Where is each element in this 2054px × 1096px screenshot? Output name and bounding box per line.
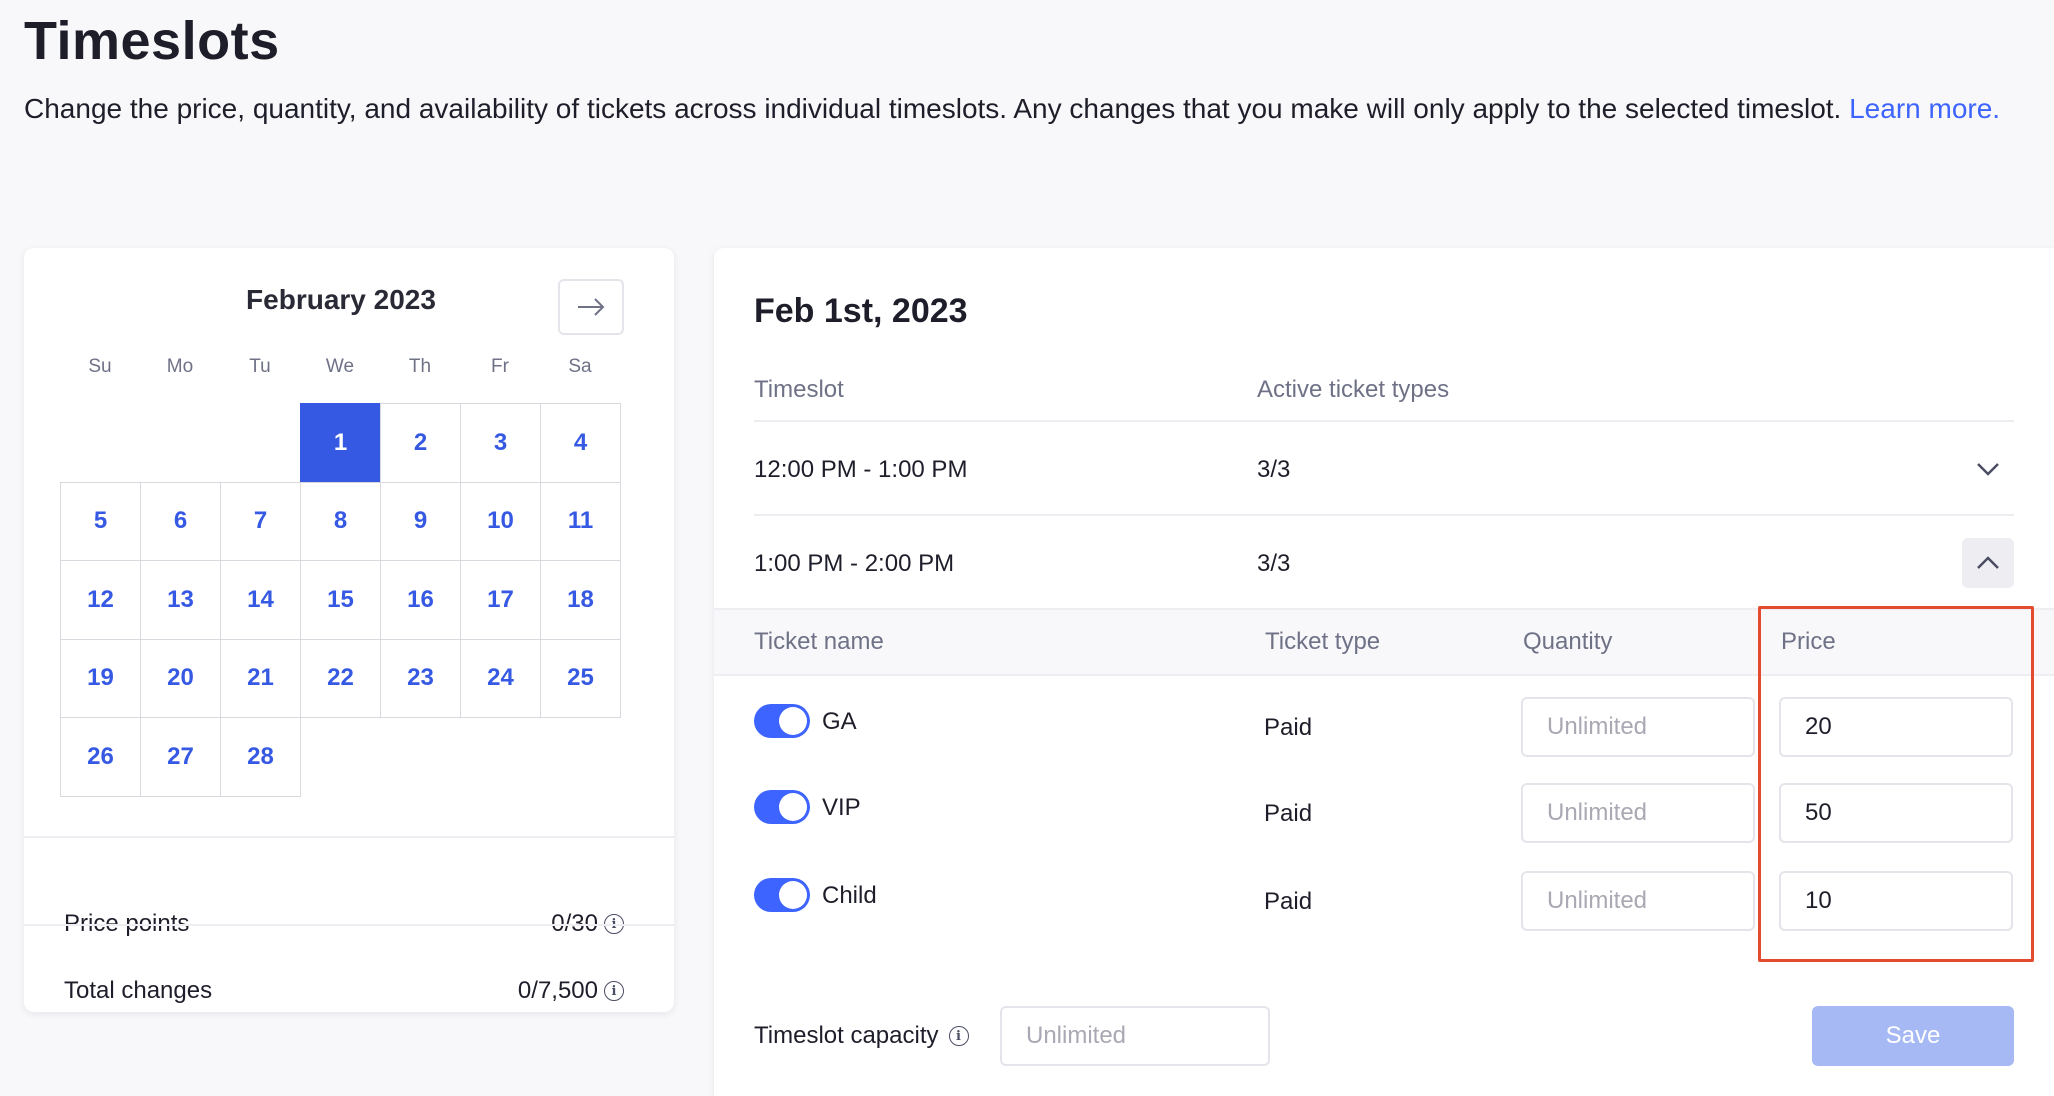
toggle-knob [779,707,807,735]
chevron-down-icon [1977,463,1999,476]
ticket-type-column-header: Ticket type [1265,628,1381,655]
divider [24,836,674,838]
price-column-header: Price [1781,628,1836,655]
ticket-enabled-toggle[interactable] [754,878,810,912]
ticket-type: Paid [1264,714,1313,741]
weekday-label: Sa [568,356,592,377]
calendar-day[interactable]: 25 [540,638,621,718]
calendar-day[interactable]: 11 [540,481,621,561]
quantity-input[interactable] [1521,697,1755,757]
calendar-day[interactable]: 23 [380,638,461,718]
calendar-day[interactable]: 28 [220,717,301,797]
info-icon[interactable]: i [948,1026,969,1046]
calendar-day[interactable]: 13 [140,560,221,640]
timeslot-capacity-label: Timeslot capacity i [754,1022,969,1050]
calendar-empty-cell [60,403,141,483]
ticket-enabled-toggle[interactable] [754,704,810,738]
calendar-day[interactable]: 14 [220,560,301,640]
ticket-type: Paid [1264,888,1313,915]
calendar-day[interactable]: 27 [140,717,221,797]
calendar-day[interactable]: 8 [300,481,381,561]
toggle-knob [779,881,807,909]
timeslot-detail-card: Feb 1st, 2023 Timeslot Active ticket typ… [714,248,2054,1096]
timeslot-capacity-input[interactable] [1000,1006,1270,1066]
info-icon[interactable]: i [604,981,624,1001]
price-input[interactable] [1779,783,2013,843]
calendar-day-selected[interactable]: 1 [300,403,381,483]
weekday-label: Tu [249,356,271,377]
page-description-text: Change the price, quantity, and availabi… [24,93,1842,124]
expand-timeslot-button[interactable] [1962,444,2014,494]
weekday-label: Th [408,356,432,377]
timeslot-capacity-text: Timeslot capacity [754,1022,939,1049]
selected-date-title: Feb 1st, 2023 [754,292,968,330]
arrow-right-icon [578,298,605,316]
divider [714,674,2054,676]
quantity-input[interactable] [1521,783,1755,843]
ticket-name: GA [822,708,857,735]
calendar-day[interactable]: 21 [220,638,301,718]
calendar-day[interactable]: 2 [380,403,461,483]
chevron-up-icon [1977,556,1999,569]
timeslot-time: 1:00 PM - 2:00 PM [754,550,955,577]
calendar-empty-cell [140,403,221,483]
ticket-type: Paid [1264,800,1313,827]
calendar-day[interactable]: 12 [60,560,141,640]
calendar-empty-cell [220,403,301,483]
timeslot-time: 12:00 PM - 1:00 PM [754,456,968,483]
quantity-input[interactable] [1521,871,1755,931]
timeslot-active-count: 3/3 [1257,550,1291,577]
ticket-name: Child [822,882,877,909]
active-ticket-types-column-header: Active ticket types [1257,376,1450,403]
calendar-day[interactable]: 26 [60,717,141,797]
calendar-day[interactable]: 9 [380,481,461,561]
calendar-day[interactable]: 6 [140,481,221,561]
ticket-name-column-header: Ticket name [754,628,884,655]
ticket-enabled-toggle[interactable] [754,790,810,824]
calendar-day[interactable]: 4 [540,403,621,483]
calendar-day[interactable]: 3 [460,403,541,483]
timeslot-column-header: Timeslot [754,376,844,403]
price-input[interactable] [1779,871,2013,931]
weekday-label: Mo [166,356,194,377]
calendar-day[interactable]: 10 [460,481,541,561]
total-changes-value: 0/7,500 i [518,977,624,1005]
total-changes-label: Total changes [64,977,213,1004]
ticket-name: VIP [822,794,861,821]
collapse-timeslot-button[interactable] [1962,538,2014,588]
page-title: Timeslots [24,11,280,71]
total-changes-count: 0/7,500 [517,977,598,1004]
calendar-day[interactable]: 7 [220,481,301,561]
toggle-knob [779,793,807,821]
calendar-grid: 1 2 3 4 5 6 7 8 9 10 11 12 13 14 15 16 17 18 19 20 21 22 23 24 2… [60,403,622,797]
calendar-day[interactable]: 15 [300,560,381,640]
save-button[interactable]: Save [1812,1006,2014,1066]
price-input[interactable] [1779,697,2013,757]
divider [714,608,2054,610]
weekday-label: We [325,356,355,377]
timeslot-active-count: 3/3 [1257,456,1291,483]
calendar-day[interactable]: 16 [380,560,461,640]
calendar-day[interactable]: 18 [540,560,621,640]
calendar-day[interactable]: 19 [60,638,141,718]
page-description: Change the price, quantity, and availabi… [24,88,2024,130]
calendar-day[interactable]: 5 [60,481,141,561]
calendar-day[interactable]: 20 [140,638,221,718]
calendar-card: February 2023 Su Mo Tu We Th Fr Sa 12345… [24,248,674,1012]
next-month-button[interactable] [558,279,624,335]
divider [754,420,2014,422]
weekday-label: Su [88,356,112,377]
calendar-day[interactable]: 17 [460,560,541,640]
divider [24,924,674,926]
ticket-table-header [714,610,2054,676]
calendar-day[interactable]: 24 [460,638,541,718]
quantity-column-header: Quantity [1523,628,1613,655]
weekday-label: Fr [491,356,509,377]
learn-more-link[interactable]: Learn more. [1849,93,2000,124]
divider [754,514,2014,516]
calendar-day[interactable]: 22 [300,638,381,718]
weekday-header: Su Mo Tu We Th Fr Sa [60,356,620,378]
